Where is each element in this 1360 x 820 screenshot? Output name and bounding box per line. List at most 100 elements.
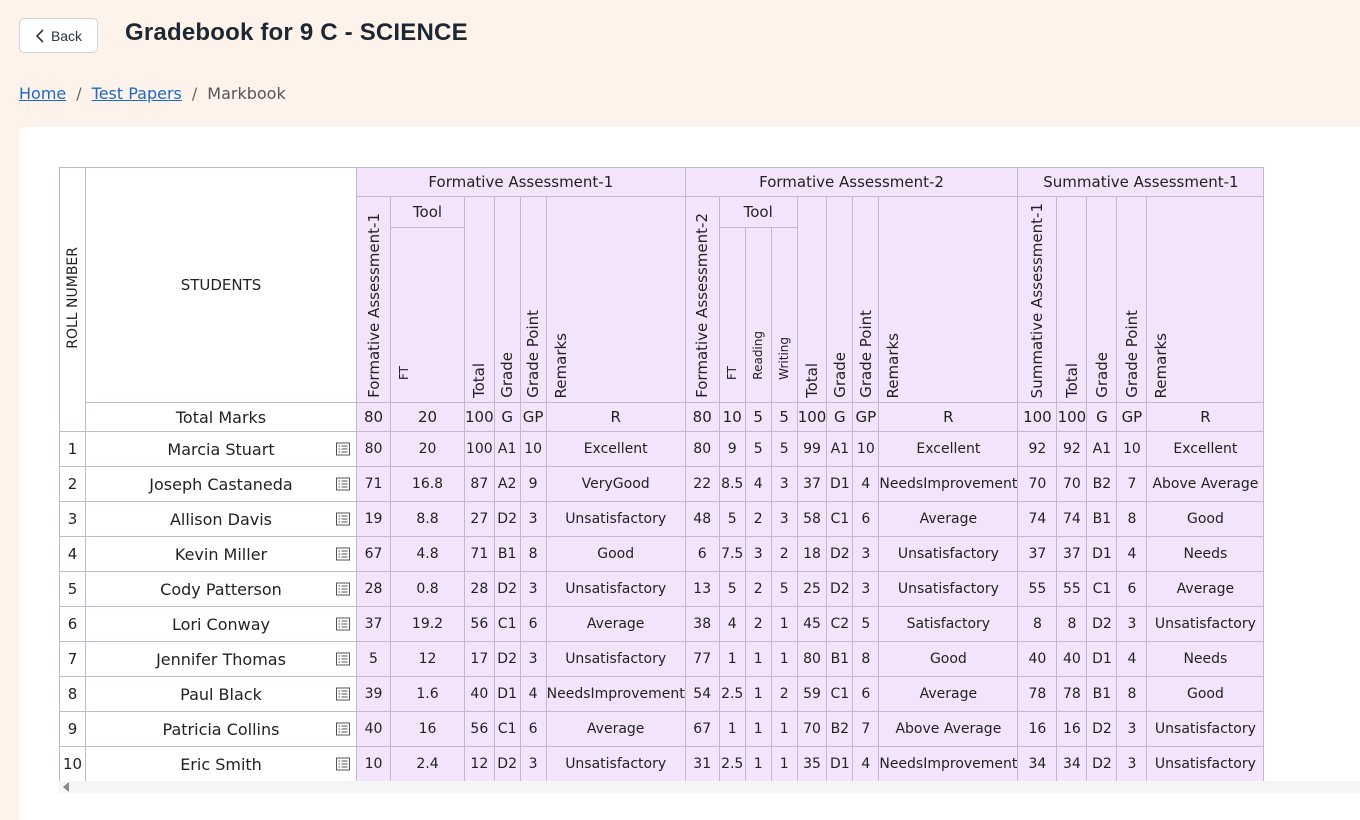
- mark-cell[interactable]: D2: [1086, 746, 1118, 782]
- mark-cell[interactable]: Unsatisfactory: [545, 746, 686, 782]
- mark-cell[interactable]: 3: [519, 641, 547, 677]
- mark-cell[interactable]: 99: [796, 431, 828, 467]
- mark-cell[interactable]: D2: [1086, 606, 1118, 642]
- mark-cell[interactable]: 7: [1116, 466, 1148, 502]
- mark-cell[interactable]: 22: [684, 466, 720, 502]
- mark-cell[interactable]: 2.5: [718, 746, 746, 782]
- mark-cell[interactable]: Above Average: [878, 711, 1019, 747]
- mark-cell[interactable]: 4: [1116, 641, 1148, 677]
- mark-cell[interactable]: 34: [1056, 746, 1088, 782]
- mark-cell[interactable]: 38: [684, 606, 720, 642]
- mark-cell[interactable]: 8: [1116, 501, 1148, 537]
- mark-cell[interactable]: 12: [464, 746, 495, 782]
- mark-cell[interactable]: NeedsImprovement: [545, 676, 686, 712]
- mark-cell[interactable]: NeedsImprovement: [878, 466, 1019, 502]
- mark-cell[interactable]: 1.6: [390, 676, 465, 712]
- mark-cell[interactable]: 1: [744, 641, 772, 677]
- mark-cell[interactable]: 8: [852, 641, 880, 677]
- mark-cell[interactable]: 1: [770, 711, 798, 747]
- mark-cell[interactable]: Needs: [1146, 641, 1265, 677]
- mark-cell[interactable]: 8: [519, 536, 547, 572]
- mark-cell[interactable]: 37: [1017, 536, 1058, 572]
- mark-cell[interactable]: 10: [852, 431, 880, 467]
- mark-cell[interactable]: 5: [356, 641, 391, 677]
- mark-cell[interactable]: 40: [1017, 641, 1058, 677]
- mark-cell[interactable]: 54: [684, 676, 720, 712]
- student-details-icon[interactable]: [336, 722, 350, 736]
- mark-cell[interactable]: 2: [744, 606, 772, 642]
- mark-cell[interactable]: 70: [796, 711, 828, 747]
- mark-cell[interactable]: 5: [770, 571, 798, 607]
- mark-cell[interactable]: 10: [1116, 431, 1148, 467]
- mark-cell[interactable]: 70: [1056, 466, 1088, 502]
- mark-cell[interactable]: Satisfactory: [878, 606, 1019, 642]
- mark-cell[interactable]: 0.8: [390, 571, 465, 607]
- mark-cell[interactable]: 71: [464, 536, 495, 572]
- mark-cell[interactable]: D1: [826, 746, 854, 782]
- mark-cell[interactable]: Above Average: [1146, 466, 1265, 502]
- mark-cell[interactable]: 3: [519, 501, 547, 537]
- mark-cell[interactable]: 25: [796, 571, 828, 607]
- mark-cell[interactable]: 78: [1056, 676, 1088, 712]
- mark-cell[interactable]: 4: [744, 466, 772, 502]
- mark-cell[interactable]: B1: [1086, 501, 1118, 537]
- mark-cell[interactable]: 37: [356, 606, 391, 642]
- mark-cell[interactable]: 4: [852, 746, 880, 782]
- mark-cell[interactable]: B1: [1086, 676, 1118, 712]
- mark-cell[interactable]: 1: [770, 606, 798, 642]
- breadcrumb-test-papers-link[interactable]: Test Papers: [92, 84, 182, 103]
- mark-cell[interactable]: C2: [826, 606, 854, 642]
- mark-cell[interactable]: 6: [519, 711, 547, 747]
- mark-cell[interactable]: 8.5: [718, 466, 746, 502]
- mark-cell[interactable]: D1: [493, 676, 521, 712]
- mark-cell[interactable]: 10: [519, 431, 547, 467]
- mark-cell[interactable]: Excellent: [545, 431, 686, 467]
- mark-cell[interactable]: 1: [744, 676, 772, 712]
- student-details-icon[interactable]: [336, 547, 350, 561]
- mark-cell[interactable]: 80: [796, 641, 828, 677]
- mark-cell[interactable]: 16: [1017, 711, 1058, 747]
- mark-cell[interactable]: C1: [1086, 571, 1118, 607]
- mark-cell[interactable]: A1: [826, 431, 854, 467]
- mark-cell[interactable]: Needs: [1146, 536, 1265, 572]
- mark-cell[interactable]: 45: [796, 606, 828, 642]
- mark-cell[interactable]: 16: [390, 711, 465, 747]
- mark-cell[interactable]: 16: [1056, 711, 1088, 747]
- mark-cell[interactable]: D1: [1086, 641, 1118, 677]
- mark-cell[interactable]: 8.8: [390, 501, 465, 537]
- mark-cell[interactable]: Excellent: [878, 431, 1019, 467]
- breadcrumb-home-link[interactable]: Home: [19, 84, 66, 103]
- mark-cell[interactable]: Unsatisfactory: [545, 571, 686, 607]
- mark-cell[interactable]: 1: [770, 746, 798, 782]
- mark-cell[interactable]: Average: [878, 676, 1019, 712]
- mark-cell[interactable]: 92: [1056, 431, 1088, 467]
- horizontal-scrollbar[interactable]: [59, 781, 1360, 793]
- mark-cell[interactable]: 9: [718, 431, 746, 467]
- mark-cell[interactable]: Good: [1146, 676, 1265, 712]
- mark-cell[interactable]: 12: [390, 641, 465, 677]
- mark-cell[interactable]: 48: [684, 501, 720, 537]
- mark-cell[interactable]: 1: [744, 711, 772, 747]
- mark-cell[interactable]: VeryGood: [545, 466, 686, 502]
- mark-cell[interactable]: 56: [464, 711, 495, 747]
- mark-cell[interactable]: A1: [493, 431, 521, 467]
- mark-cell[interactable]: D1: [1086, 536, 1118, 572]
- student-details-icon[interactable]: [336, 477, 350, 491]
- mark-cell[interactable]: 3: [519, 571, 547, 607]
- mark-cell[interactable]: A1: [1086, 431, 1118, 467]
- mark-cell[interactable]: 4: [1116, 536, 1148, 572]
- mark-cell[interactable]: D2: [826, 536, 854, 572]
- mark-cell[interactable]: 40: [1056, 641, 1088, 677]
- mark-cell[interactable]: C1: [493, 711, 521, 747]
- mark-cell[interactable]: 56: [464, 606, 495, 642]
- mark-cell[interactable]: 28: [464, 571, 495, 607]
- mark-cell[interactable]: 3: [1116, 746, 1148, 782]
- mark-cell[interactable]: 7.5: [718, 536, 746, 572]
- mark-cell[interactable]: D2: [1086, 711, 1118, 747]
- mark-cell[interactable]: NeedsImprovement: [878, 746, 1019, 782]
- mark-cell[interactable]: B1: [826, 641, 854, 677]
- mark-cell[interactable]: 67: [684, 711, 720, 747]
- mark-cell[interactable]: 13: [684, 571, 720, 607]
- student-details-icon[interactable]: [336, 582, 350, 596]
- mark-cell[interactable]: D1: [826, 466, 854, 502]
